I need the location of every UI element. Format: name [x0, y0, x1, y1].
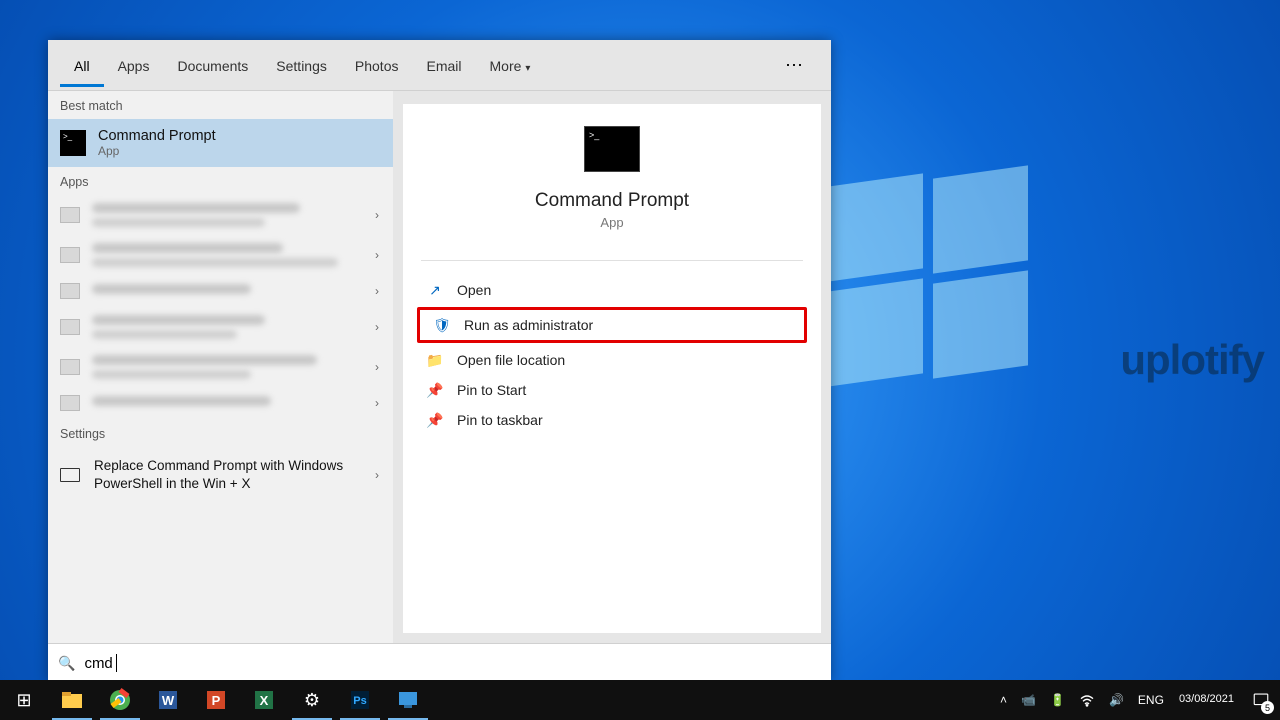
section-best-match: Best match: [48, 91, 393, 119]
shield-icon: 🛡: [434, 317, 450, 333]
search-icon: 🔍: [58, 655, 75, 672]
taskbar-photoshop[interactable]: Ps: [336, 680, 384, 720]
action-open-location[interactable]: 📁 Open file location: [413, 345, 811, 375]
system-tray: ˄ 📹 🔋 🔊 ENG 03/08/2021 5: [993, 680, 1280, 720]
taskbar-explorer[interactable]: [48, 680, 96, 720]
annotation-highlight: 🛡 Run as administrator: [417, 307, 807, 343]
tab-settings[interactable]: Settings: [262, 44, 341, 87]
result-setting-replace-cmd[interactable]: Replace Command Prompt with Windows Powe…: [48, 447, 393, 503]
folder-icon: 📁: [427, 352, 443, 368]
search-bar: 🔍: [48, 643, 831, 682]
tab-more[interactable]: More▾: [476, 44, 545, 87]
tray-date: 03/08/2021: [1179, 693, 1234, 707]
taskbar: ⊞ W P X ⚙ Ps ˄ 📹 🔋 🔊 ENG 03/08/2021 5: [0, 680, 1280, 720]
section-apps: Apps: [48, 167, 393, 195]
svg-text:P: P: [212, 693, 221, 708]
preview-subtitle: App: [600, 215, 623, 230]
tray-battery-icon[interactable]: 🔋: [1043, 680, 1072, 720]
result-app-blurred[interactable]: ›: [48, 235, 393, 275]
chevron-right-icon: ›: [375, 396, 379, 410]
taskbar-excel[interactable]: X: [240, 680, 288, 720]
tray-overflow-icon[interactable]: ˄: [993, 680, 1014, 720]
monitor-icon: [60, 468, 80, 482]
tray-language[interactable]: ENG: [1131, 680, 1171, 720]
preview-panel: Command Prompt App ↗ Open 🛡 Run as admin…: [403, 104, 821, 633]
tab-apps[interactable]: Apps: [104, 44, 164, 87]
svg-text:Ps: Ps: [353, 695, 366, 707]
open-icon: ↗: [427, 282, 443, 298]
watermark-text: uplotify: [1120, 336, 1264, 384]
action-pin-taskbar[interactable]: 📌 Pin to taskbar: [413, 405, 811, 435]
chevron-right-icon: ›: [375, 320, 379, 334]
action-open[interactable]: ↗ Open: [413, 275, 811, 305]
taskbar-settings[interactable]: ⚙: [288, 680, 336, 720]
taskbar-app[interactable]: [384, 680, 432, 720]
search-popup: All Apps Documents Settings Photos Email…: [48, 40, 831, 682]
tray-clock[interactable]: 03/08/2021: [1171, 693, 1242, 707]
start-button[interactable]: ⊞: [0, 680, 48, 720]
tab-email[interactable]: Email: [412, 44, 475, 87]
chevron-right-icon: ›: [375, 468, 379, 482]
chevron-right-icon: ›: [375, 284, 379, 298]
taskbar-powerpoint[interactable]: P: [192, 680, 240, 720]
result-app-blurred[interactable]: ›: [48, 307, 393, 347]
preview-title: Command Prompt: [535, 190, 689, 212]
tray-notifications[interactable]: 5: [1242, 680, 1280, 720]
results-panel: Best match >_ Command Prompt App Apps › …: [48, 91, 393, 643]
result-title: Command Prompt: [98, 128, 216, 144]
tray-wifi-icon[interactable]: [1072, 680, 1102, 720]
taskbar-chrome[interactable]: [96, 680, 144, 720]
pin-icon: 📌: [427, 382, 443, 398]
setting-text: Replace Command Prompt with Windows Powe…: [94, 457, 381, 493]
chevron-right-icon: ›: [375, 360, 379, 374]
taskbar-word[interactable]: W: [144, 680, 192, 720]
svg-text:X: X: [260, 693, 269, 708]
pin-icon: 📌: [427, 412, 443, 428]
search-options-icon[interactable]: ⋯: [771, 55, 819, 76]
windows-logo: [828, 180, 1028, 380]
svg-text:W: W: [162, 693, 175, 708]
text-cursor: [116, 654, 117, 672]
divider: [421, 260, 803, 261]
action-run-admin[interactable]: 🛡 Run as administrator: [420, 310, 804, 340]
action-pin-start[interactable]: 📌 Pin to Start: [413, 375, 811, 405]
search-tabs: All Apps Documents Settings Photos Email…: [48, 40, 831, 91]
notif-badge: 5: [1261, 701, 1274, 714]
result-app-blurred[interactable]: ›: [48, 347, 393, 387]
tab-all[interactable]: All: [60, 44, 104, 87]
result-subtitle: App: [98, 144, 216, 158]
preview-cmd-icon: [584, 126, 640, 172]
result-app-blurred[interactable]: ›: [48, 195, 393, 235]
result-command-prompt[interactable]: >_ Command Prompt App: [48, 119, 393, 167]
chevron-right-icon: ›: [375, 248, 379, 262]
section-settings: Settings: [48, 419, 393, 447]
tab-photos[interactable]: Photos: [341, 44, 413, 87]
cmd-icon: >_: [60, 130, 86, 156]
tab-documents[interactable]: Documents: [163, 44, 262, 87]
tray-volume-icon[interactable]: 🔊: [1102, 680, 1131, 720]
result-app-blurred[interactable]: ›: [48, 275, 393, 307]
search-input[interactable]: [84, 655, 116, 672]
chevron-right-icon: ›: [375, 208, 379, 222]
tray-meet-icon[interactable]: 📹: [1014, 680, 1043, 720]
result-app-blurred[interactable]: ›: [48, 387, 393, 419]
